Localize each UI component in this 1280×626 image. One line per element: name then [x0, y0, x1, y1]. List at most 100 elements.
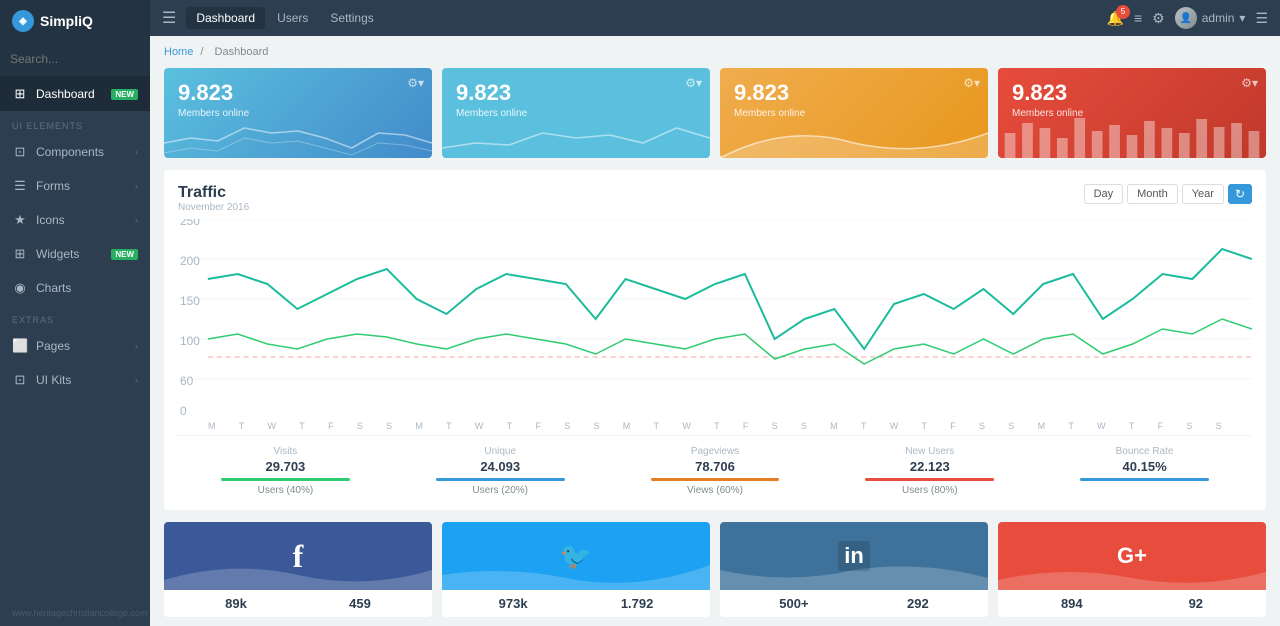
username: admin — [1202, 11, 1235, 25]
google-stat-1: 894 — [1061, 596, 1083, 611]
topnav-link-dashboard[interactable]: Dashboard — [186, 7, 265, 29]
twitter-icon: 🐦 — [560, 541, 592, 572]
sidebar-item-charts[interactable]: ◉ Charts — [0, 271, 150, 305]
newusers-bar — [865, 478, 994, 481]
linkedin-card-bottom: 500+ 292 — [720, 590, 988, 617]
sidebar-item-components[interactable]: ⊡ Components › — [0, 135, 150, 169]
traffic-header: Traffic November 2016 Day Month Year ↻ — [178, 184, 1252, 213]
sidebar-item-icons[interactable]: ★ Icons › — [0, 203, 150, 237]
facebook-card-top: f — [164, 522, 432, 590]
social-card-facebook: f 89k 459 — [164, 522, 432, 617]
svg-text:60: 60 — [180, 374, 194, 388]
topnav-link-settings[interactable]: Settings — [320, 7, 383, 29]
forms-icon: ☰ — [12, 178, 28, 194]
sidebar-item-label: Widgets — [36, 247, 79, 261]
google-stat-2: 92 — [1189, 596, 1203, 611]
chevron-icon: › — [135, 375, 138, 385]
user-menu[interactable]: 👤 admin ▾ — [1175, 7, 1246, 29]
widgets-new-badge: NEW — [111, 249, 138, 260]
topnav: ☰ Dashboard Users Settings 🔔 5 ≡ ⚙ 👤 adm… — [150, 0, 1280, 36]
breadcrumb-home[interactable]: Home — [164, 46, 193, 58]
sidebar-item-dashboard[interactable]: ⊞ Dashboard NEW — [0, 77, 150, 111]
extras-label: EXTRAS — [0, 305, 150, 329]
chevron-icon: › — [135, 341, 138, 351]
google-value-2: 92 — [1189, 596, 1203, 611]
traffic-month-btn[interactable]: Month — [1127, 184, 1178, 204]
traffic-year-btn[interactable]: Year — [1182, 184, 1224, 204]
twitter-card-top: 🐦 — [442, 522, 710, 590]
gear-icon-3[interactable]: ⚙▾ — [963, 76, 980, 90]
stat-number-3: 9.823 — [734, 80, 974, 106]
search-input[interactable] — [10, 52, 140, 66]
avatar-image: 👤 — [1175, 7, 1197, 29]
traffic-stat-visits: Visits 29.703 Users (40%) — [178, 446, 393, 496]
facebook-card-bottom: 89k 459 — [164, 590, 432, 617]
stat-cards: 9.823 Members online ⚙▾ 9.823 Members on… — [164, 68, 1266, 158]
sidebar-search-container — [0, 42, 150, 77]
ui-kits-icon: ⊡ — [12, 372, 28, 388]
pages-icon: ⬜ — [12, 338, 28, 354]
gear-icon-2[interactable]: ⚙▾ — [685, 76, 702, 90]
newusers-value: 22.123 — [822, 459, 1037, 474]
topnav-link-users[interactable]: Users — [267, 7, 318, 29]
notification-badge: 5 — [1116, 5, 1130, 19]
linkedin-card-top: in — [720, 522, 988, 590]
stat-number-1: 9.823 — [178, 80, 418, 106]
sidebar-item-forms[interactable]: ☰ Forms › — [0, 169, 150, 203]
list-icon[interactable]: ≡ — [1134, 10, 1142, 26]
facebook-value-2: 459 — [349, 596, 371, 611]
unique-sub: Users (20%) — [393, 485, 608, 496]
svg-text:200: 200 — [180, 254, 200, 268]
visits-label: Visits — [178, 446, 393, 457]
settings-icon[interactable]: ⚙ — [1152, 10, 1165, 27]
avatar: 👤 — [1175, 7, 1197, 29]
traffic-title-group: Traffic November 2016 — [178, 184, 249, 213]
topnav-hamburger-right[interactable]: ☰ — [1255, 10, 1268, 27]
twitter-value-2: 1.792 — [621, 596, 654, 611]
twitter-card-bottom: 973k 1.792 — [442, 590, 710, 617]
gear-icon-4[interactable]: ⚙▾ — [1241, 76, 1258, 90]
traffic-stat-unique: Unique 24.093 Users (20%) — [393, 446, 608, 496]
svg-text:250: 250 — [180, 219, 200, 228]
hamburger-icon[interactable]: ☰ — [162, 8, 176, 28]
sidebar-item-label: Icons — [36, 213, 65, 227]
unique-label: Unique — [393, 446, 608, 457]
google-value-1: 894 — [1061, 596, 1083, 611]
traffic-stat-newusers: New Users 22.123 Users (80%) — [822, 446, 1037, 496]
traffic-refresh-btn[interactable]: ↻ — [1228, 184, 1252, 204]
linkedin-stat-2: 292 — [907, 596, 929, 611]
dashboard-new-badge: NEW — [111, 89, 138, 100]
traffic-day-btn[interactable]: Day — [1084, 184, 1124, 204]
gear-icon-1[interactable]: ⚙▾ — [407, 76, 424, 90]
notification-icon[interactable]: 🔔 5 — [1107, 10, 1124, 27]
stat-chart-2 — [442, 113, 710, 158]
pageviews-sub: Views (60%) — [608, 485, 823, 496]
facebook-icon: f — [293, 538, 304, 575]
stat-card-2: 9.823 Members online ⚙▾ — [442, 68, 710, 158]
sidebar-item-pages[interactable]: ⬜ Pages › — [0, 329, 150, 363]
svg-text:100: 100 — [180, 334, 200, 348]
page-content: Home / Dashboard 9.823 Members online ⚙▾ — [150, 36, 1280, 626]
google-card-top: G+ — [998, 522, 1266, 590]
stat-chart-3 — [720, 113, 988, 158]
sidebar-item-widgets[interactable]: ⊞ Widgets NEW — [0, 237, 150, 271]
traffic-controls: Day Month Year ↻ — [1084, 184, 1252, 204]
topnav-right: 🔔 5 ≡ ⚙ 👤 admin ▾ ☰ — [1107, 7, 1268, 29]
dashboard-icon: ⊞ — [12, 86, 28, 102]
widgets-icon: ⊞ — [12, 246, 28, 262]
newusers-label: New Users — [822, 446, 1037, 457]
breadcrumb: Home / Dashboard — [164, 46, 1266, 58]
linkedin-icon: in — [838, 541, 870, 571]
sidebar-item-label: Forms — [36, 179, 70, 193]
linkedin-stat-1: 500+ — [779, 596, 808, 611]
components-icon: ⊡ — [12, 144, 28, 160]
breadcrumb-separator: / — [200, 46, 206, 58]
traffic-title: Traffic — [178, 184, 249, 202]
traffic-stats: Visits 29.703 Users (40%) Unique 24.093 … — [178, 435, 1252, 496]
stat-card-1: 9.823 Members online ⚙▾ — [164, 68, 432, 158]
google-card-bottom: 894 92 — [998, 590, 1266, 617]
visits-value: 29.703 — [178, 459, 393, 474]
sidebar-item-label: Dashboard — [36, 87, 95, 101]
stat-card-3: 9.823 Members online ⚙▾ — [720, 68, 988, 158]
sidebar-item-ui-kits[interactable]: ⊡ UI Kits › — [0, 363, 150, 397]
